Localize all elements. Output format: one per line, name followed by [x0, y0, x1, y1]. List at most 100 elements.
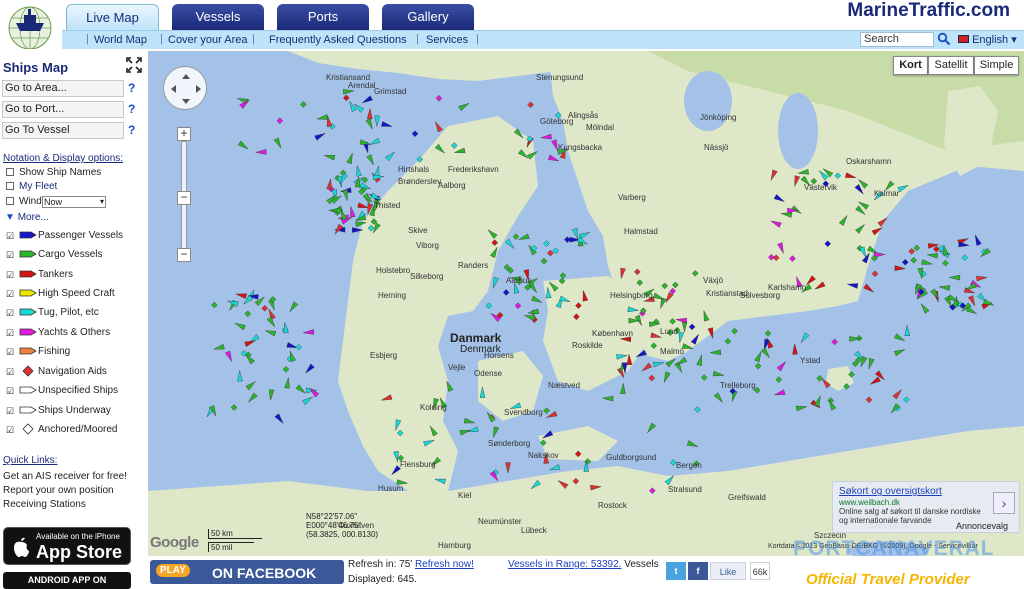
- ship-marker[interactable]: [283, 322, 289, 334]
- quick-link-receiving-stations[interactable]: Receiving Stations: [3, 499, 86, 510]
- ship-marker[interactable]: [754, 362, 762, 370]
- ship-marker[interactable]: [255, 149, 267, 155]
- ship-marker[interactable]: [273, 137, 282, 149]
- ship-marker[interactable]: [694, 406, 701, 413]
- ship-marker[interactable]: [958, 241, 970, 248]
- ship-marker[interactable]: [524, 315, 536, 322]
- ship-marker[interactable]: [467, 426, 479, 432]
- ship-marker[interactable]: [211, 301, 218, 309]
- ship-marker[interactable]: [518, 233, 530, 240]
- zoom-handle[interactable]: −: [177, 191, 191, 205]
- option-my-fleet[interactable]: My Fleet: [6, 181, 57, 192]
- checkbox[interactable]: [6, 168, 14, 176]
- ad-arrow-icon[interactable]: ›: [993, 492, 1015, 514]
- ship-marker[interactable]: [552, 247, 560, 255]
- ship-marker[interactable]: [350, 206, 356, 218]
- tab-vessels[interactable]: Vessels: [172, 4, 264, 30]
- ship-marker[interactable]: [676, 356, 688, 366]
- option-show-ship-names[interactable]: Show Ship Names: [6, 167, 101, 178]
- ship-marker[interactable]: [512, 233, 520, 240]
- ship-marker[interactable]: [300, 101, 307, 108]
- ship-marker[interactable]: [904, 325, 911, 337]
- ship-marker[interactable]: [664, 371, 671, 383]
- ship-marker[interactable]: [446, 380, 454, 392]
- map-type-satellit[interactable]: Satellit: [928, 56, 974, 75]
- ship-marker[interactable]: [700, 374, 708, 381]
- checkbox[interactable]: [6, 182, 14, 190]
- legend-checkbox[interactable]: ☑: [6, 231, 14, 242]
- ship-marker[interactable]: [485, 302, 493, 309]
- ship-marker[interactable]: [816, 375, 823, 382]
- wind-time-select[interactable]: Now ▾: [42, 196, 106, 208]
- ship-marker[interactable]: [504, 238, 515, 249]
- ship-map[interactable]: Kort Satellit Simple + − − Kristiansand A…: [148, 51, 1024, 556]
- ship-marker[interactable]: [976, 275, 988, 282]
- ad-url[interactable]: www.weilbach.dk: [839, 498, 900, 507]
- legend-checkbox[interactable]: ☑: [6, 328, 14, 339]
- pan-control[interactable]: [163, 66, 207, 110]
- ship-marker[interactable]: [547, 249, 554, 257]
- ship-marker[interactable]: [343, 94, 350, 102]
- ad-choices-label[interactable]: Annoncevalg: [956, 521, 1008, 531]
- refresh-now-link[interactable]: Refresh now!: [415, 559, 474, 570]
- ship-marker[interactable]: [540, 257, 548, 265]
- ship-marker[interactable]: [913, 244, 921, 252]
- like-button[interactable]: Like: [710, 562, 746, 580]
- ship-marker[interactable]: [230, 404, 238, 411]
- ship-marker[interactable]: [374, 115, 380, 127]
- ship-marker[interactable]: [543, 407, 550, 414]
- more-options-toggle[interactable]: ▼ More...: [5, 212, 49, 223]
- go-to-port-button[interactable]: Go to Port...: [2, 101, 124, 118]
- ship-marker[interactable]: [435, 121, 443, 133]
- ship-marker[interactable]: [366, 108, 373, 120]
- ship-marker[interactable]: [961, 254, 969, 261]
- ship-marker[interactable]: [893, 333, 905, 341]
- subnav-services[interactable]: Services: [426, 34, 468, 46]
- ship-marker[interactable]: [943, 244, 949, 256]
- ship-marker[interactable]: [549, 464, 561, 471]
- ship-marker[interactable]: [349, 101, 357, 112]
- ship-marker[interactable]: [949, 274, 961, 281]
- ship-marker[interactable]: [284, 377, 290, 389]
- ship-marker[interactable]: [411, 130, 419, 138]
- tab-gallery[interactable]: Gallery: [382, 4, 474, 30]
- ship-marker[interactable]: [276, 117, 284, 125]
- language-select[interactable]: English ▾: [958, 33, 1017, 46]
- ship-marker[interactable]: [213, 343, 225, 350]
- ship-marker[interactable]: [245, 381, 256, 391]
- ship-marker[interactable]: [800, 332, 810, 343]
- marinetraffic-logo-icon[interactable]: [4, 3, 56, 49]
- ship-marker[interactable]: [620, 383, 626, 395]
- ship-marker[interactable]: [917, 267, 924, 279]
- legend-checkbox[interactable]: ☑: [6, 289, 14, 300]
- ship-marker[interactable]: [317, 114, 329, 120]
- ship-marker[interactable]: [892, 389, 902, 400]
- legend-checkbox[interactable]: ☑: [6, 308, 14, 319]
- ship-marker[interactable]: [908, 248, 915, 255]
- ship-marker[interactable]: [237, 140, 249, 150]
- ship-marker[interactable]: [863, 283, 874, 293]
- help-icon[interactable]: ?: [128, 123, 135, 137]
- ship-marker[interactable]: [248, 392, 258, 403]
- ship-marker[interactable]: [514, 302, 522, 310]
- ship-marker[interactable]: [696, 354, 702, 366]
- vessels-in-range-link[interactable]: Vessels in Range: 53392.: [508, 559, 621, 570]
- ship-marker[interactable]: [342, 189, 348, 201]
- tab-ports[interactable]: Ports: [277, 4, 369, 30]
- help-icon[interactable]: ?: [128, 102, 135, 116]
- help-icon[interactable]: ?: [128, 81, 135, 95]
- ship-marker[interactable]: [305, 363, 315, 374]
- android-app-badge[interactable]: ANDROID APP ON: [3, 572, 131, 589]
- go-to-area-button[interactable]: Go to Area...: [2, 80, 124, 97]
- ship-marker[interactable]: [385, 151, 395, 162]
- ship-marker[interactable]: [641, 362, 653, 372]
- ship-marker[interactable]: [921, 259, 933, 265]
- ship-marker[interactable]: [540, 133, 552, 140]
- ship-marker[interactable]: [647, 422, 657, 434]
- ship-marker[interactable]: [235, 293, 247, 299]
- ship-marker[interactable]: [831, 338, 838, 346]
- ship-marker[interactable]: [776, 361, 786, 372]
- ship-marker[interactable]: [903, 396, 910, 404]
- subnav-world-map[interactable]: World Map: [94, 34, 147, 46]
- search-icon[interactable]: [937, 32, 951, 46]
